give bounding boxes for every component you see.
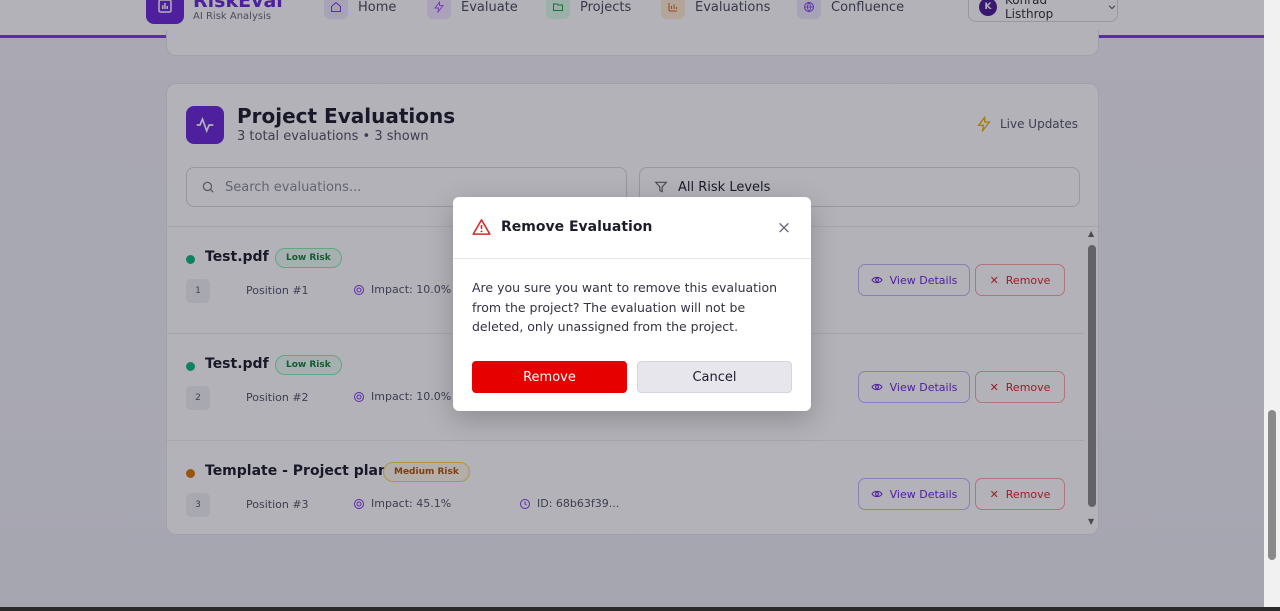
warning-icon [472, 218, 491, 240]
close-icon[interactable]: × [775, 219, 793, 237]
remove-evaluation-dialog: Remove Evaluation × Are you sure you wan… [453, 197, 811, 411]
dialog-message: Are you sure you want to remove this eva… [472, 280, 778, 334]
cancel-button[interactable]: Cancel [637, 361, 792, 393]
confirm-remove-button[interactable]: Remove [472, 361, 627, 393]
page-scroll-thumb[interactable] [1268, 410, 1276, 560]
page-scrollbar[interactable] [1264, 0, 1280, 607]
dialog-header: Remove Evaluation × [453, 197, 811, 259]
bottom-edge [0, 607, 1280, 611]
dialog-title: Remove Evaluation [501, 219, 653, 235]
